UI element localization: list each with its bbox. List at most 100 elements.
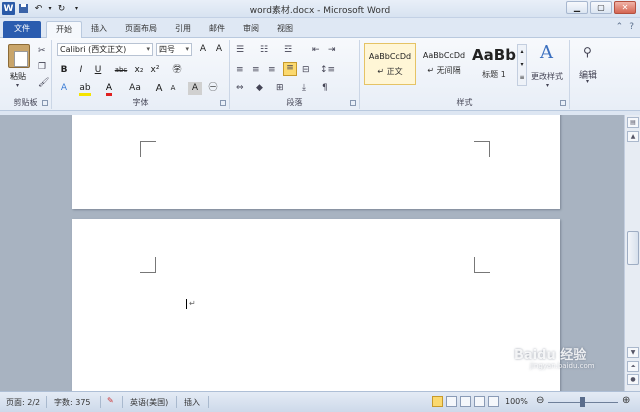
tab-home[interactable]: 开始 (46, 21, 82, 38)
web-layout-view-icon[interactable] (460, 396, 471, 407)
crop-mark-top-left (140, 257, 156, 273)
copy-icon[interactable]: ❐ (38, 62, 46, 72)
outline-view-icon[interactable] (474, 396, 485, 407)
paste-icon[interactable] (8, 44, 30, 68)
page-count[interactable]: 页面: 2/2 (6, 397, 40, 408)
justify-icon[interactable]: ≡ (283, 62, 297, 76)
editing-group[interactable]: ⚲ 编辑 ▾ (570, 40, 610, 109)
underline-button[interactable]: U (91, 64, 105, 77)
subscript-button[interactable]: x₂ (132, 64, 146, 77)
borders-icon[interactable]: ⊞ (276, 83, 284, 93)
scroll-up-button[interactable]: ▲ (627, 131, 639, 142)
align-right-icon[interactable]: ≡ (268, 65, 276, 75)
chinese-layout-icon[interactable]: ⇔ (236, 83, 244, 93)
tab-view[interactable]: 视图 (268, 21, 302, 38)
change-case-button[interactable]: Aa (126, 82, 144, 95)
language-indicator[interactable]: 英语(美国) (130, 397, 168, 408)
show-marks-icon[interactable]: ¶ (322, 83, 328, 93)
zoom-in-icon[interactable]: ⊕ (622, 395, 630, 406)
text-effects-button[interactable]: A (57, 82, 71, 95)
line-spacing-icon[interactable]: ↕≡ (320, 65, 335, 75)
zoom-out-icon[interactable]: ⊖ (536, 395, 544, 406)
insert-mode[interactable]: 插入 (184, 397, 200, 408)
change-styles-group[interactable]: A 更改样式 ▾ (530, 40, 570, 109)
clipboard-launcher-icon[interactable] (42, 100, 48, 106)
style-no-spacing[interactable]: AaBbCcDd ↵ 无间隔 (418, 43, 470, 85)
status-divider (208, 396, 209, 408)
minimize-button[interactable]: ▁ (566, 1, 588, 14)
close-button[interactable]: ✕ (614, 1, 636, 14)
style-heading-1-name: 标题 1 (482, 70, 506, 79)
title-bar: W ↶ ▾ ↻ ▾ word素材.docx - Microsoft Word ▁… (0, 0, 640, 18)
ruler-toggle-icon[interactable]: ▤ (627, 117, 639, 128)
draft-view-icon[interactable] (488, 396, 499, 407)
style-heading-1[interactable]: AaBb 标题 1 (468, 43, 520, 85)
tab-review[interactable]: 审阅 (234, 21, 268, 38)
prev-page-button[interactable]: ⏶ (627, 361, 639, 372)
enclose-char-button[interactable]: ㊀ (206, 82, 220, 95)
minimize-ribbon-icon[interactable]: ⌃ (616, 22, 624, 32)
zoom-slider-thumb[interactable] (580, 397, 585, 407)
shrink-font-button[interactable]: A (166, 82, 180, 95)
page-2[interactable]: ↵ (72, 219, 560, 391)
tab-references[interactable]: 引用 (166, 21, 200, 38)
scroll-down-button[interactable]: ▼ (627, 347, 639, 358)
increase-indent-icon[interactable]: ⇥ (328, 45, 336, 55)
word-count[interactable]: 字数: 375 (54, 397, 91, 408)
maximize-button[interactable]: ▢ (590, 1, 612, 14)
clear-format-button[interactable]: A (212, 43, 226, 56)
phonetic-guide-button[interactable]: ㊫ (170, 64, 184, 77)
paragraph-launcher-icon[interactable] (350, 100, 356, 106)
editing-dropdown-icon: ▾ (586, 78, 590, 85)
strikethrough-button[interactable]: abc (112, 64, 130, 77)
tab-page-layout[interactable]: 页面布局 (116, 21, 166, 38)
font-color-button[interactable]: A (102, 82, 116, 96)
help-icon[interactable]: ? (629, 22, 634, 32)
tab-mailings[interactable]: 邮件 (200, 21, 234, 38)
proofing-icon[interactable]: ✎ (107, 396, 114, 405)
align-left-icon[interactable]: ≡ (236, 65, 244, 75)
bold-button[interactable]: B (57, 64, 71, 77)
tab-file[interactable]: 文件 (3, 21, 41, 38)
full-screen-view-icon[interactable] (446, 396, 457, 407)
font-name-combo[interactable]: Calibri (西文正文) (57, 43, 153, 56)
vertical-scrollbar[interactable]: ▤ ▲ ▼ ⏶ ● (624, 115, 640, 391)
superscript-button[interactable]: x² (148, 64, 162, 77)
grow-font-small-button[interactable]: A (152, 82, 166, 95)
grow-font-button[interactable]: A (196, 43, 210, 56)
page-1[interactable] (72, 115, 560, 209)
highlight-button[interactable]: ab (78, 82, 92, 96)
baidu-watermark-url: jingyan.baidu.com (530, 362, 595, 370)
zoom-level[interactable]: 100% (505, 397, 528, 406)
find-icon: ⚲ (583, 45, 592, 59)
font-size-combo[interactable]: 四号 (156, 43, 192, 56)
crop-mark-top-right (474, 257, 490, 273)
styles-gallery-scroll[interactable]: ▴ ▾ ≡ (517, 44, 527, 86)
multilevel-list-icon[interactable]: ☲ (284, 45, 292, 55)
paste-button-label[interactable]: 粘贴 (10, 71, 26, 82)
sort-icon[interactable]: ⤓ (302, 83, 306, 93)
paragraph-group-label: 段落 (286, 98, 303, 107)
align-center-icon[interactable]: ≡ (252, 65, 260, 75)
print-layout-view-icon[interactable] (432, 396, 443, 407)
paste-dropdown-icon[interactable]: ▾ (16, 82, 19, 89)
font-group-label: 字体 (132, 98, 149, 107)
distributed-icon[interactable]: ⊟ (302, 65, 310, 75)
bullets-icon[interactable]: ☰ (236, 45, 244, 55)
shading-icon[interactable]: ◆ (256, 83, 263, 93)
scroll-thumb[interactable] (627, 231, 639, 265)
browse-object-button[interactable]: ● (627, 374, 639, 385)
numbering-icon[interactable]: ☷ (260, 45, 268, 55)
cut-icon[interactable]: ✂ (38, 46, 46, 56)
paragraph-group: ☰ ☷ ☲ ⇤ ⇥ ≡ ≡ ≡ ≡ ⊟ ↕≡ ⇔ ◆ ⊞ ⤓ ¶ 段落 (230, 40, 360, 109)
tab-insert[interactable]: 插入 (82, 21, 116, 38)
status-divider (176, 396, 177, 408)
decrease-indent-icon[interactable]: ⇤ (312, 45, 320, 55)
text-cursor (186, 299, 187, 309)
ribbon: 粘贴 ▾ ✂ ❐ 🖌 剪贴板 Calibri (西文正文) 四号 A A B I… (0, 38, 640, 111)
style-normal[interactable]: AaBbCcDd ↵ 正文 (364, 43, 416, 85)
font-launcher-icon[interactable] (220, 100, 226, 106)
italic-button[interactable]: I (74, 64, 88, 77)
format-painter-icon[interactable]: 🖌 (38, 78, 49, 88)
char-shading-button[interactable]: A (188, 82, 202, 95)
